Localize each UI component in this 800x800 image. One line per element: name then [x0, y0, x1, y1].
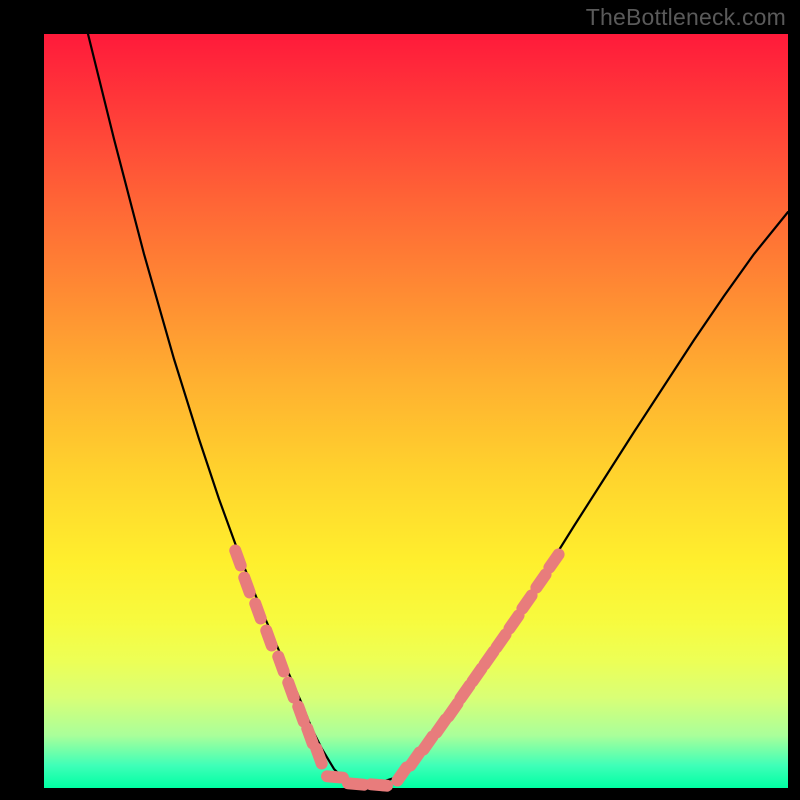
curve-marker [237, 570, 258, 600]
curve-marker [541, 546, 567, 576]
plot-area [44, 34, 788, 788]
watermark-text: TheBottleneck.com [586, 4, 786, 31]
curve-marker [259, 623, 280, 653]
chart-frame: TheBottleneck.com [0, 0, 800, 800]
curve-marker [248, 596, 269, 626]
curve-marker [228, 543, 249, 573]
marker-group [228, 543, 567, 792]
bottleneck-curve [88, 34, 788, 786]
chart-svg [44, 34, 788, 788]
curve-marker [271, 649, 292, 679]
